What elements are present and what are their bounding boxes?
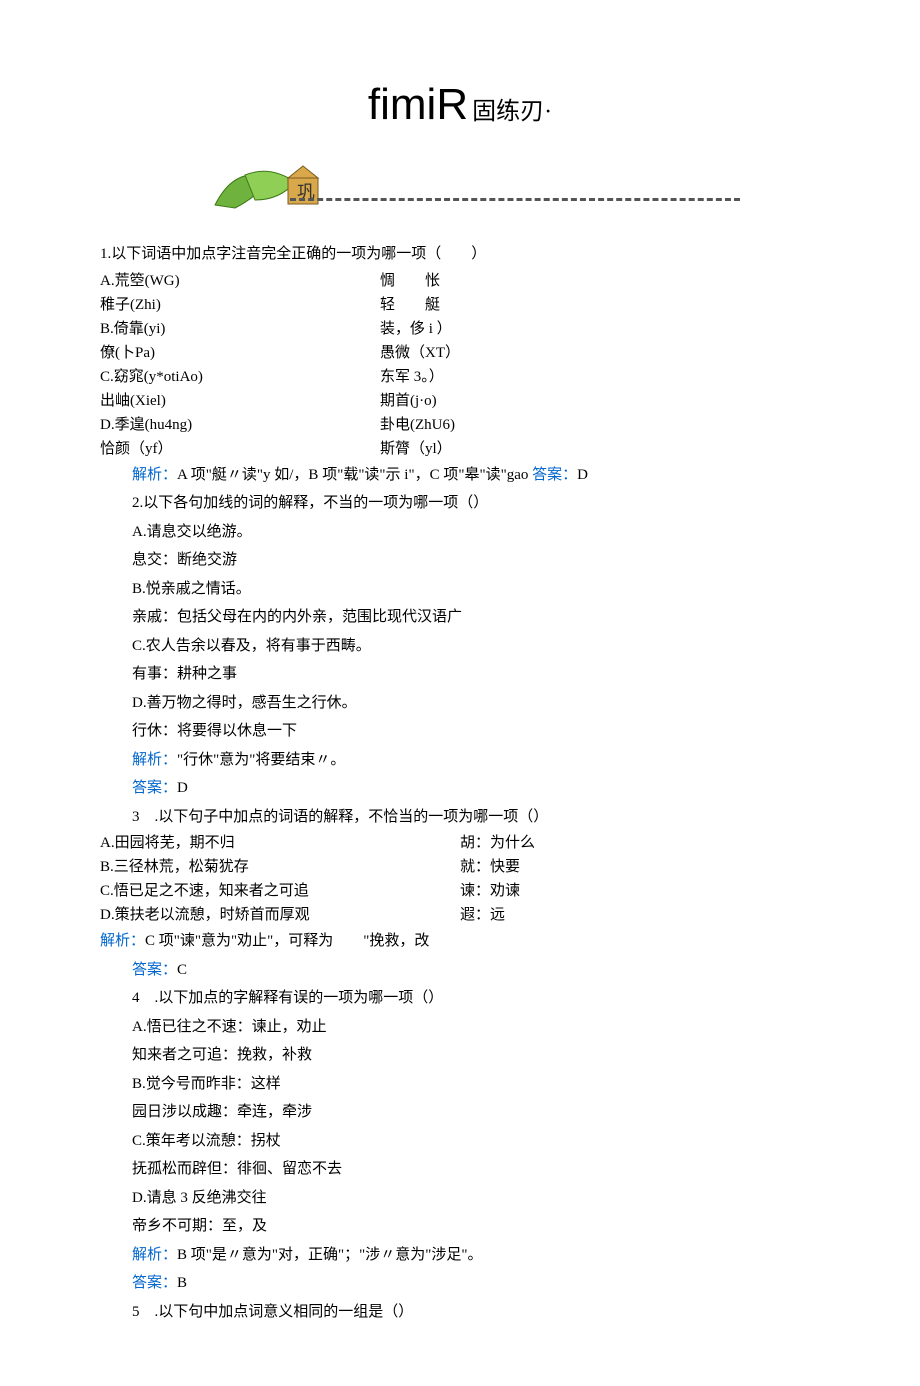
q1-analysis-label: 解析： [132, 467, 177, 483]
q2-b1: B.悦亲戚之情话。 [100, 575, 820, 604]
q2-c1: C.农人告余以春及，将有事于西畴。 [100, 632, 820, 661]
q3-a-left: A.田园将芜，期不归 [100, 831, 460, 855]
q4-answer-line: 答案：B [100, 1269, 820, 1298]
q1-a2-right: 轻 艇 [380, 293, 820, 317]
q1-answer-label: 答案： [532, 467, 577, 483]
q5-stem: 5 .以下句中加点词意义相同的一组是（） [100, 1298, 820, 1327]
q1-analysis: A 项"艇〃读"y 如/，B 项"载"读"示 i"，C 项"皋"读"gao [177, 467, 528, 483]
q4-c1: C.策年考以流憩：拐杖 [100, 1127, 820, 1156]
q4-d2: 帝乡不可期：至，及 [100, 1212, 820, 1241]
q4-c2: 抚孤松而辟但：徘徊、留恋不去 [100, 1155, 820, 1184]
q1-a-right: 惆 怅 [380, 269, 820, 293]
q2-b2: 亲戚：包括父母在内的内外亲，范围比现代汉语广 [100, 603, 820, 632]
q2-a1: A.请息交以绝游。 [100, 518, 820, 547]
q3-c-right: 谏：劝谏 [460, 879, 820, 903]
q3-answer-line: 答案：C [100, 956, 820, 985]
q1-b-left: B.倚靠(yi) [100, 317, 380, 341]
q3-c-left: C.悟已足之不速，知来者之可追 [100, 879, 460, 903]
q1-d2-left: 恰颜（yf） [100, 437, 380, 461]
q3-analysis-label: 解析： [100, 933, 145, 949]
q2-answer-line: 答案：D [100, 774, 820, 803]
q1-row-0: A.荒箜(WG) 惆 怅 [100, 269, 820, 293]
q4-answer: B [177, 1275, 187, 1291]
q1-a-left: A.荒箜(WG) [100, 269, 380, 293]
q1-a2-left: 稚子(Zhi) [100, 293, 380, 317]
q1-b2-right: 愚微（XT） [380, 341, 820, 365]
q3-a-right: 胡：为什么 [460, 831, 820, 855]
q1-c2-left: 出岫(Xiel) [100, 389, 380, 413]
q1-c-right: 东军 3。） [380, 365, 820, 389]
q2-c2: 有事：耕种之事 [100, 660, 820, 689]
q3-answer-label: 答案： [132, 962, 177, 978]
q2-a2: 息交：断绝交游 [100, 546, 820, 575]
q1-b2-left: 僚(卜Pa) [100, 341, 380, 365]
q2-analysis: "行休"意为"将要结束〃。 [177, 752, 345, 768]
title-main: fimiR [368, 80, 468, 129]
q2-answer-label: 答案： [132, 780, 177, 796]
q4-b1: B.觉今号而昨非：这样 [100, 1070, 820, 1099]
q3-d-right: 遐：远 [460, 903, 820, 927]
q1-row-5: 出岫(Xiel) 期首(j·o) [100, 389, 820, 413]
q3-b-right: 就：快要 [460, 855, 820, 879]
q1-row-3: 僚(卜Pa) 愚微（XT） [100, 341, 820, 365]
q4-a1: A.悟已往之不速：谏止，劝止 [100, 1013, 820, 1042]
q2-d1: D.善万物之得时，感吾生之行休。 [100, 689, 820, 718]
q3-b-left: B.三径林荒，松菊犹存 [100, 855, 460, 879]
leaf-banner: 巩 [210, 160, 740, 220]
leaf-icon: 巩 [210, 160, 330, 225]
q3-stem: 3 .以下句子中加点的词语的解释，不恰当的一项为哪一项（） [100, 803, 820, 832]
q4-analysis-label: 解析： [132, 1247, 177, 1263]
q1-b-right: 装，侈 i ） [380, 317, 820, 341]
q1-analysis-line: 解析：A 项"艇〃读"y 如/，B 项"载"读"示 i"，C 项"皋"读"gao… [100, 461, 820, 490]
q2-d2: 行休：将要得以休息一下 [100, 717, 820, 746]
q1-row-2: B.倚靠(yi) 装，侈 i ） [100, 317, 820, 341]
q3-d-left: D.策扶老以流憩，时矫首而厚观 [100, 903, 460, 927]
q3-analysis: C 项"谏"意为"劝止"，可释为 "挽救，改 [145, 933, 429, 949]
q1-row-6: D.季遑(hu4ng) 卦电(ZhU6) [100, 413, 820, 437]
q4-answer-label: 答案： [132, 1275, 177, 1291]
q2-answer: D [177, 780, 188, 796]
q4-a2: 知来者之可追：挽救，补救 [100, 1041, 820, 1070]
q4-stem: 4 .以下加点的字解释有误的一项为哪一项（） [100, 984, 820, 1013]
q2-analysis-label: 解析： [132, 752, 177, 768]
q3-row-1: B.三径林荒，松菊犹存 就：快要 [100, 855, 820, 879]
q1-c-left: C.窈窕(y*otiAo) [100, 365, 380, 389]
q3-row-2: C.悟已足之不速，知来者之可追 谏：劝谏 [100, 879, 820, 903]
page-title: fimiR 固练刃· [100, 80, 820, 130]
q3-answer: C [177, 962, 187, 978]
q3-analysis-line: 解析：C 项"谏"意为"劝止"，可释为 "挽救，改 [100, 927, 820, 956]
title-sub: 固练刃· [472, 99, 552, 125]
q1-row-1: 稚子(Zhi) 轻 艇 [100, 293, 820, 317]
q1-d-left: D.季遑(hu4ng) [100, 413, 380, 437]
q3-row-3: D.策扶老以流憩，时矫首而厚观 遐：远 [100, 903, 820, 927]
q1-row-7: 恰颜（yf） 斯膂（yl） [100, 437, 820, 461]
q4-analysis: B 项"是〃意为"对，正确"；"涉〃意为"涉足"。 [177, 1247, 483, 1263]
q2-stem: 2.以下各句加线的词的解释，不当的一项为哪一项（） [100, 489, 820, 518]
q4-d1: D.请息 3 反绝沸交往 [100, 1184, 820, 1213]
q1-row-4: C.窈窕(y*otiAo) 东军 3。） [100, 365, 820, 389]
q3-row-0: A.田园将芜，期不归 胡：为什么 [100, 831, 820, 855]
q4-analysis-line: 解析：B 项"是〃意为"对，正确"；"涉〃意为"涉足"。 [100, 1241, 820, 1270]
q1-d-right: 卦电(ZhU6) [380, 413, 820, 437]
q1-answer: D [577, 467, 588, 483]
q1-c2-right: 期首(j·o) [380, 389, 820, 413]
q1-d2-right: 斯膂（yl） [380, 437, 820, 461]
q2-analysis-line: 解析："行休"意为"将要结束〃。 [100, 746, 820, 775]
q1-stem: 1.以下词语中加点字注音完全正确的一项为哪一项（ ） [100, 240, 820, 269]
q4-b2: 园日涉以成趣：牵连，牵涉 [100, 1098, 820, 1127]
banner-line [290, 198, 740, 201]
